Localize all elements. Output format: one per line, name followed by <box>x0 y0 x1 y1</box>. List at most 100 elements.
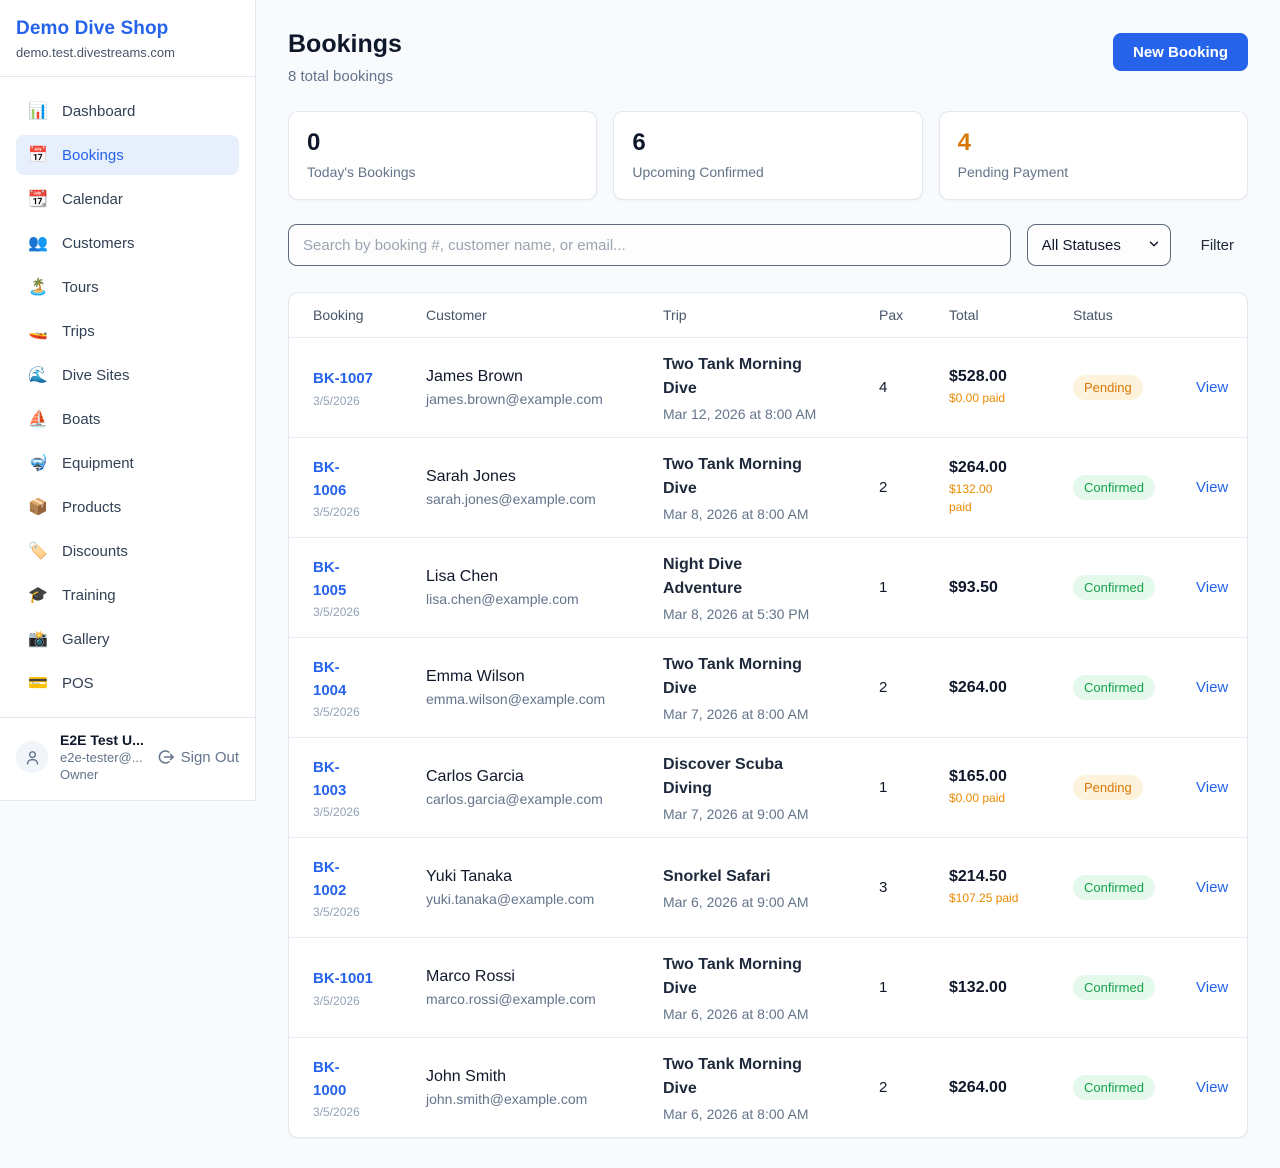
status-badge: Confirmed <box>1073 675 1155 700</box>
booking-cell: BK-1002 3/5/2026 <box>313 856 426 920</box>
action-cell: View <box>1196 979 1240 997</box>
sidebar-item-bookings[interactable]: 📅 Bookings <box>16 135 239 175</box>
page-title-block: Bookings 8 total bookings <box>288 30 402 85</box>
customer-cell: Sarah Jones sarah.jones@example.com <box>426 468 663 507</box>
booking-id-link[interactable]: BK-1006 <box>313 456 346 503</box>
page-title: Bookings <box>288 30 402 59</box>
camera-icon: 📸 <box>28 629 48 649</box>
sidebar-item-products[interactable]: 📦 Products <box>16 487 239 527</box>
sidebar-item-pos[interactable]: 💳 POS <box>16 663 239 703</box>
booking-id-link[interactable]: BK-1000 <box>313 1056 346 1103</box>
status-filter-select[interactable]: All Statuses <box>1027 224 1171 266</box>
user-box: E2E Test U... e2e-tester@... Owner Sign … <box>0 717 255 800</box>
booking-created-date: 3/5/2026 <box>313 605 414 619</box>
sidebar-item-discounts[interactable]: 🏷️ Discounts <box>16 531 239 571</box>
customer-cell: James Brown james.brown@example.com <box>426 368 663 407</box>
paid-amount: $132.00paid <box>949 481 1061 516</box>
total-amount: $264.00 <box>949 459 1061 477</box>
booking-created-date: 3/5/2026 <box>313 994 414 1008</box>
column-header-booking: Booking <box>313 307 426 323</box>
brand-block: Demo Dive Shop demo.test.divestreams.com <box>0 0 255 77</box>
trip-datetime: Mar 7, 2026 at 9:00 AM <box>663 806 867 822</box>
sidebar-item-training[interactable]: 🎓 Training <box>16 575 239 615</box>
sidebar-item-label: Bookings <box>62 147 124 164</box>
booking-id-link[interactable]: BK-1003 <box>313 756 346 803</box>
trip-cell: Two Tank Morning Dive Mar 12, 2026 at 8:… <box>663 353 879 422</box>
booking-created-date: 3/5/2026 <box>313 394 414 408</box>
trip-cell: Snorkel Safari Mar 6, 2026 at 9:00 AM <box>663 865 879 910</box>
sidebar-item-trips[interactable]: 🚤 Trips <box>16 311 239 351</box>
status-select-wrap: All Statuses <box>1027 224 1171 266</box>
sidebar-item-label: Training <box>62 587 116 604</box>
bar-chart-icon: 📊 <box>28 101 48 121</box>
customer-name: Marco Rossi <box>426 968 651 986</box>
booking-cell: BK-1007 3/5/2026 <box>313 367 426 407</box>
page-header: Bookings 8 total bookings New Booking <box>288 30 1248 85</box>
sailboat-icon: ⛵ <box>28 409 48 429</box>
view-link[interactable]: View <box>1196 479 1228 496</box>
label-icon: 🏷️ <box>28 541 48 561</box>
view-link[interactable]: View <box>1196 879 1228 896</box>
sign-out-button[interactable]: Sign Out <box>157 748 239 766</box>
customer-email: sarah.jones@example.com <box>426 491 651 507</box>
sidebar-item-customers[interactable]: 👥 Customers <box>16 223 239 263</box>
sidebar-item-label: Discounts <box>62 543 128 560</box>
sidebar: Demo Dive Shop demo.test.divestreams.com… <box>0 0 256 801</box>
sidebar-item-boats[interactable]: ⛵ Boats <box>16 399 239 439</box>
user-role: Owner <box>60 767 145 782</box>
customer-email: emma.wilson@example.com <box>426 691 651 707</box>
customer-cell: Marco Rossi marco.rossi@example.com <box>426 968 663 1007</box>
trip-datetime: Mar 8, 2026 at 8:00 AM <box>663 506 867 522</box>
action-cell: View <box>1196 779 1240 797</box>
sidebar-item-gallery[interactable]: 📸 Gallery <box>16 619 239 659</box>
view-link[interactable]: View <box>1196 379 1228 396</box>
trip-cell: Discover Scuba Diving Mar 7, 2026 at 9:0… <box>663 753 879 822</box>
customer-cell: Yuki Tanaka yuki.tanaka@example.com <box>426 868 663 907</box>
graduation-cap-icon: 🎓 <box>28 585 48 605</box>
avatar <box>16 741 48 773</box>
customer-email: james.brown@example.com <box>426 391 651 407</box>
sidebar-item-tours[interactable]: 🏝️ Tours <box>16 267 239 307</box>
view-link[interactable]: View <box>1196 779 1228 796</box>
view-link[interactable]: View <box>1196 979 1228 996</box>
status-badge: Confirmed <box>1073 575 1155 600</box>
sidebar-item-dashboard[interactable]: 📊 Dashboard <box>16 91 239 131</box>
trip-cell: Night Dive Adventure Mar 8, 2026 at 5:30… <box>663 553 879 622</box>
column-header-trip: Trip <box>663 307 879 323</box>
new-booking-button[interactable]: New Booking <box>1113 33 1248 71</box>
paid-amount: $0.00 paid <box>949 790 1061 807</box>
booking-id-link[interactable]: BK-1001 <box>313 967 373 990</box>
search-input[interactable] <box>288 224 1011 266</box>
sidebar-item-label: Dashboard <box>62 103 135 120</box>
trip-name: Discover Scuba Diving <box>663 753 823 801</box>
booking-id-link[interactable]: BK-1004 <box>313 656 346 703</box>
view-link[interactable]: View <box>1196 679 1228 696</box>
calendar-icon: 📅 <box>28 145 48 165</box>
status-cell: Confirmed <box>1073 475 1196 500</box>
booking-id-link[interactable]: BK-1007 <box>313 367 373 390</box>
status-cell: Confirmed <box>1073 875 1196 900</box>
sidebar-nav: 📊 Dashboard 📅 Bookings 📆 Calendar 👥 Cust… <box>0 77 255 717</box>
customer-name: Lisa Chen <box>426 568 651 586</box>
paid-amount: $107.25 paid <box>949 890 1061 907</box>
booking-cell: BK-1001 3/5/2026 <box>313 967 426 1007</box>
trip-cell: Two Tank Morning Dive Mar 7, 2026 at 8:0… <box>663 653 879 722</box>
customer-email: john.smith@example.com <box>426 1091 651 1107</box>
status-cell: Confirmed <box>1073 1075 1196 1100</box>
table-row: BK-1003 3/5/2026 Carlos Garcia carlos.ga… <box>289 737 1247 837</box>
diving-mask-icon: 🤿 <box>28 453 48 473</box>
action-cell: View <box>1196 379 1240 397</box>
booking-id-link[interactable]: BK-1002 <box>313 856 346 903</box>
view-link[interactable]: View <box>1196 1079 1228 1096</box>
trip-datetime: Mar 6, 2026 at 8:00 AM <box>663 1106 867 1122</box>
pax-count: 1 <box>879 579 949 596</box>
total-amount: $528.00 <box>949 368 1061 386</box>
view-link[interactable]: View <box>1196 579 1228 596</box>
sidebar-item-calendar[interactable]: 📆 Calendar <box>16 179 239 219</box>
column-header-total: Total <box>949 307 1073 323</box>
sidebar-item-dive-sites[interactable]: 🌊 Dive Sites <box>16 355 239 395</box>
filter-button[interactable]: Filter <box>1187 237 1248 254</box>
booking-id-link[interactable]: BK-1005 <box>313 556 346 603</box>
customer-cell: Emma Wilson emma.wilson@example.com <box>426 668 663 707</box>
sidebar-item-equipment[interactable]: 🤿 Equipment <box>16 443 239 483</box>
